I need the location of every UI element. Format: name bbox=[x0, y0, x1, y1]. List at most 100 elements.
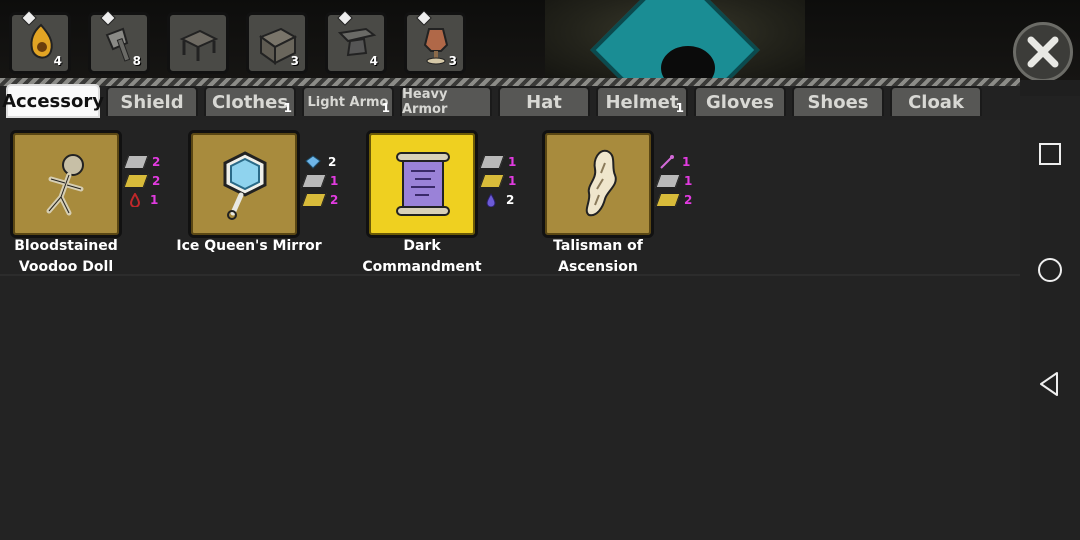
home-button[interactable] bbox=[1036, 256, 1064, 284]
station-axe[interactable]: 8 bbox=[88, 10, 150, 74]
material-dark-essence: 2 bbox=[482, 190, 522, 209]
material-iron-ingot: 1 bbox=[301, 171, 344, 190]
iron-ingot-icon bbox=[655, 173, 681, 188]
item-frame bbox=[10, 130, 122, 238]
gold-ingot-icon bbox=[479, 173, 505, 188]
iron-ingot-icon bbox=[301, 173, 327, 188]
material-qty: 1 bbox=[682, 154, 691, 169]
station-lantern[interactable]: 4 bbox=[9, 10, 71, 74]
tab-label: Helmet bbox=[605, 91, 679, 113]
material-qty: 2 bbox=[330, 192, 339, 207]
material-qty: 2 bbox=[152, 154, 161, 169]
gold-ingot-icon bbox=[301, 192, 327, 207]
material-qty: 1 bbox=[508, 173, 517, 188]
diamond-badge-icon bbox=[21, 10, 37, 26]
tab-count: 1 bbox=[675, 101, 684, 115]
material-magic-wand: 1 bbox=[658, 152, 698, 171]
dark-scroll-icon bbox=[396, 152, 450, 216]
station-tailoring[interactable]: 3 bbox=[404, 10, 466, 74]
recipe-item-talisman[interactable]: 1 1 2 Talisman of Ascension bbox=[534, 130, 704, 280]
tab-heavy-armor[interactable]: Heavy Armor bbox=[400, 86, 492, 117]
tab-count: 1 bbox=[283, 101, 292, 115]
material-qty: 2 bbox=[152, 173, 161, 188]
item-name: Bloodstained Voodoo Doll bbox=[14, 238, 118, 275]
tab-label: Light Armo bbox=[307, 94, 389, 110]
station-count: 3 bbox=[448, 54, 457, 68]
item-name: Talisman of Ascension bbox=[553, 238, 643, 275]
material-gold-ingot: 2 bbox=[123, 171, 166, 190]
tab-accessory[interactable]: Accessory bbox=[2, 84, 104, 118]
tab-label: Gloves bbox=[706, 91, 774, 113]
iron-ingot-icon bbox=[123, 154, 149, 169]
ice-crystal-icon bbox=[305, 154, 321, 169]
material-iron-ingot: 1 bbox=[655, 171, 698, 190]
material-list: 2 1 2 bbox=[301, 152, 344, 209]
tab-clothes[interactable]: Clothes 1 bbox=[204, 86, 296, 116]
material-iron-ingot: 1 bbox=[479, 152, 522, 171]
back-button[interactable] bbox=[1036, 370, 1064, 398]
item-frame bbox=[542, 130, 654, 238]
station-anvil[interactable]: 4 bbox=[325, 10, 387, 74]
tab-shield[interactable]: Shield bbox=[106, 86, 198, 116]
material-ice-crystal: 2 bbox=[304, 152, 344, 171]
tab-shoes[interactable]: Shoes bbox=[792, 86, 884, 116]
recipe-item-dark-commandment[interactable]: 1 1 2 Dark Commandment bbox=[358, 130, 528, 280]
tab-helmet[interactable]: Helmet 1 bbox=[596, 86, 688, 116]
blood-drop-icon bbox=[129, 192, 141, 207]
tab-label: Shield bbox=[120, 91, 184, 113]
tab-light-armor[interactable]: Light Armo 1 bbox=[302, 86, 394, 116]
dark-essence-icon bbox=[486, 192, 496, 207]
close-icon bbox=[1027, 36, 1059, 68]
material-gold-ingot: 1 bbox=[479, 171, 522, 190]
station-workbench[interactable] bbox=[167, 12, 229, 74]
recipe-item-ice-mirror[interactable]: 2 1 2 Ice Queen's Mirror bbox=[176, 130, 350, 280]
station-lumber[interactable]: 3 bbox=[246, 12, 308, 74]
tab-label: Accessory bbox=[2, 90, 104, 112]
item-name: Dark Commandment bbox=[362, 238, 482, 275]
material-list: 2 2 1 bbox=[123, 152, 166, 209]
station-count: 4 bbox=[53, 54, 62, 68]
tab-count: 1 bbox=[381, 101, 390, 115]
material-gold-ingot: 2 bbox=[655, 190, 698, 209]
gold-ingot-icon bbox=[123, 173, 149, 188]
diamond-badge-icon bbox=[337, 10, 353, 26]
iron-ingot-icon bbox=[479, 154, 505, 169]
recents-button[interactable] bbox=[1036, 140, 1064, 168]
material-qty: 1 bbox=[684, 173, 693, 188]
material-list: 1 1 2 bbox=[479, 152, 522, 209]
recipe-panel: 2 2 1 Bloodstained Voodoo Doll 2 1 2 Ice… bbox=[0, 120, 1020, 540]
item-frame bbox=[366, 130, 478, 238]
category-tabs: Accessory Shield Clothes 1 Light Armo 1 … bbox=[0, 84, 1020, 120]
material-iron-ingot: 2 bbox=[123, 152, 166, 171]
station-count: 4 bbox=[369, 54, 378, 68]
magic-wand-icon bbox=[660, 154, 674, 169]
divider-border bbox=[0, 78, 1020, 86]
tab-label: Shoes bbox=[807, 91, 869, 113]
station-count: 3 bbox=[290, 54, 299, 68]
item-frame bbox=[188, 130, 300, 238]
item-name: Ice Queen's Mirror bbox=[176, 238, 322, 254]
map-scene bbox=[545, 0, 805, 80]
material-list: 1 1 2 bbox=[655, 152, 698, 209]
material-qty: 2 bbox=[506, 192, 515, 207]
diamond-badge-icon bbox=[416, 10, 432, 26]
station-bar: 4 8 3 4 3 bbox=[0, 0, 1080, 80]
ice-mirror-icon bbox=[223, 151, 267, 220]
station-count: 8 bbox=[132, 54, 141, 68]
tab-hat[interactable]: Hat bbox=[498, 86, 590, 116]
recipe-row: 2 2 1 Bloodstained Voodoo Doll 2 1 2 Ice… bbox=[0, 120, 1020, 276]
tab-label: Cloak bbox=[908, 91, 964, 113]
tab-label: Hat bbox=[526, 91, 562, 113]
system-nav-bar bbox=[1020, 96, 1080, 540]
recipe-item-voodoo-doll[interactable]: 2 2 1 Bloodstained Voodoo Doll bbox=[2, 130, 172, 280]
material-qty: 1 bbox=[508, 154, 517, 169]
voodoo-doll-icon bbox=[46, 154, 84, 216]
material-qty: 2 bbox=[328, 154, 337, 169]
tab-gloves[interactable]: Gloves bbox=[694, 86, 786, 116]
tab-cloak[interactable]: Cloak bbox=[890, 86, 982, 116]
diamond-badge-icon bbox=[100, 10, 116, 26]
close-button[interactable] bbox=[1013, 22, 1073, 80]
material-qty: 1 bbox=[330, 173, 339, 188]
tab-label: Clothes bbox=[211, 91, 289, 113]
talisman-paper-icon bbox=[585, 149, 617, 217]
